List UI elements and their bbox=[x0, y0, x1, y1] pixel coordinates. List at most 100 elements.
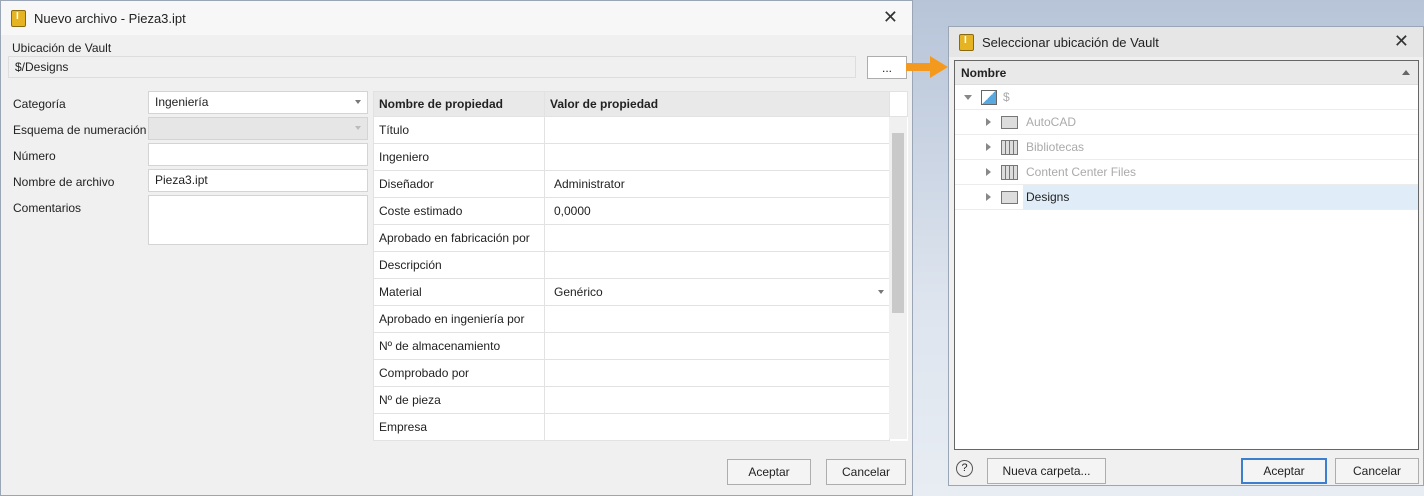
properties-scrollbar[interactable] bbox=[889, 117, 907, 439]
vault-location-dialog: Seleccionar ubicación de Vault ✕ Nombre $… bbox=[948, 26, 1424, 486]
scrollbar-thumb[interactable] bbox=[892, 133, 904, 313]
col-property-name: Nombre de propiedad bbox=[373, 91, 545, 117]
property-value[interactable] bbox=[544, 305, 890, 333]
ok-button[interactable]: Aceptar bbox=[1241, 458, 1327, 484]
tree-item-label: Designs bbox=[1026, 190, 1070, 204]
property-value[interactable] bbox=[544, 116, 890, 144]
property-row[interactable]: Nº de almacenamiento bbox=[373, 332, 908, 360]
category-select[interactable]: Ingeniería bbox=[148, 91, 368, 114]
library-icon bbox=[1001, 139, 1018, 155]
browse-button[interactable]: ... bbox=[867, 56, 907, 79]
property-row[interactable]: Título bbox=[373, 116, 908, 144]
numbering-select[interactable] bbox=[148, 117, 368, 140]
property-row[interactable]: Nº de pieza bbox=[373, 386, 908, 414]
property-row[interactable]: Descripción bbox=[373, 251, 908, 279]
property-row[interactable]: Ingeniero bbox=[373, 143, 908, 171]
sort-up-icon bbox=[1402, 70, 1410, 75]
chevron-down-icon bbox=[355, 100, 361, 104]
category-value: Ingeniería bbox=[155, 95, 209, 109]
col-property-value: Valor de propiedad bbox=[544, 91, 890, 117]
close-icon[interactable]: ✕ bbox=[883, 7, 898, 28]
property-name: Ingeniero bbox=[373, 143, 545, 171]
property-name: Empresa bbox=[373, 413, 545, 441]
properties-table: Nombre de propiedad Valor de propiedad Tí… bbox=[373, 91, 908, 441]
expand-down-icon bbox=[964, 94, 972, 100]
property-value[interactable] bbox=[544, 413, 890, 441]
property-value[interactable] bbox=[544, 386, 890, 414]
property-name: Coste estimado bbox=[373, 197, 545, 225]
tree-item-label: Bibliotecas bbox=[1026, 140, 1085, 154]
vault-location-label: Ubicación de Vault bbox=[12, 41, 112, 55]
ok-button[interactable]: Aceptar bbox=[727, 459, 811, 485]
property-name: Nº de pieza bbox=[373, 386, 545, 414]
numbering-label: Esquema de numeración bbox=[13, 123, 147, 137]
property-name: Comprobado por bbox=[373, 359, 545, 387]
chevron-down-icon bbox=[355, 126, 361, 130]
number-label: Número bbox=[13, 149, 56, 163]
tree-item-label: AutoCAD bbox=[1026, 115, 1077, 129]
orange-arrow-icon bbox=[906, 56, 948, 78]
folder-icon bbox=[1001, 190, 1018, 204]
inventor-app-icon bbox=[11, 9, 26, 27]
property-value[interactable] bbox=[544, 143, 890, 171]
folder-icon bbox=[1001, 115, 1018, 129]
help-icon[interactable]: ? bbox=[956, 460, 973, 477]
tree-root-label: $ bbox=[1003, 90, 1010, 104]
tree-item[interactable]: AutoCAD bbox=[955, 110, 1418, 135]
inventor-app-icon bbox=[959, 33, 974, 51]
property-value-text: Administrator bbox=[554, 177, 625, 191]
column-header-name[interactable]: Nombre bbox=[955, 61, 1418, 85]
title-bar: Nuevo archivo - Pieza3.ipt ✕ bbox=[1, 1, 912, 35]
property-value-text: Genérico bbox=[554, 285, 603, 299]
column-header-label: Nombre bbox=[961, 66, 1007, 80]
tree-item-label: Content Center Files bbox=[1026, 165, 1137, 179]
library-icon bbox=[1001, 164, 1018, 180]
title-bar: Seleccionar ubicación de Vault ✕ bbox=[949, 27, 1423, 57]
property-value[interactable] bbox=[544, 224, 890, 252]
dialog-title: Seleccionar ubicación de Vault bbox=[982, 34, 1159, 50]
tree-item[interactable]: Designs bbox=[955, 185, 1418, 210]
chevron-down-icon bbox=[878, 290, 884, 294]
folder-tree: Nombre $ AutoCAD Bibliotecas Content Cente… bbox=[954, 60, 1419, 450]
vault-location-field: $/Designs bbox=[8, 56, 856, 78]
close-icon[interactable]: ✕ bbox=[1394, 31, 1409, 52]
tree-root[interactable]: $ bbox=[955, 85, 1418, 110]
property-row[interactable]: Material Genérico bbox=[373, 278, 908, 306]
tree-item[interactable]: Bibliotecas bbox=[955, 135, 1418, 160]
property-row[interactable]: Coste estimado 0,0000 bbox=[373, 197, 908, 225]
expand-right-icon[interactable] bbox=[986, 168, 991, 176]
property-value[interactable]: 0,0000 bbox=[544, 197, 890, 225]
vault-root-icon bbox=[981, 89, 997, 105]
tree-item[interactable]: Content Center Files bbox=[955, 160, 1418, 185]
property-name: Material bbox=[373, 278, 545, 306]
property-name: Aprobado en ingeniería por bbox=[373, 305, 545, 333]
property-name: Aprobado en fabricación por bbox=[373, 224, 545, 252]
cancel-button[interactable]: Cancelar bbox=[1335, 458, 1419, 484]
property-value[interactable]: Administrator bbox=[544, 170, 890, 198]
property-name: Diseñador bbox=[373, 170, 545, 198]
property-value[interactable] bbox=[544, 359, 890, 387]
filename-label: Nombre de archivo bbox=[13, 175, 115, 189]
property-name: Título bbox=[373, 116, 545, 144]
expand-right-icon[interactable] bbox=[986, 193, 991, 201]
number-input[interactable] bbox=[148, 143, 368, 166]
property-value[interactable] bbox=[544, 251, 890, 279]
property-name: Descripción bbox=[373, 251, 545, 279]
property-value-text: 0,0000 bbox=[554, 204, 591, 218]
expand-right-icon[interactable] bbox=[986, 118, 991, 126]
cancel-button[interactable]: Cancelar bbox=[826, 459, 906, 485]
property-value[interactable]: Genérico bbox=[544, 278, 890, 306]
property-row[interactable]: Aprobado en fabricación por bbox=[373, 224, 908, 252]
comments-input[interactable] bbox=[148, 195, 368, 245]
expand-right-icon[interactable] bbox=[986, 143, 991, 151]
filename-input[interactable]: Pieza3.ipt bbox=[148, 169, 368, 192]
property-row[interactable]: Diseñador Administrator bbox=[373, 170, 908, 198]
new-folder-button[interactable]: Nueva carpeta... bbox=[987, 458, 1106, 484]
comments-label: Comentarios bbox=[13, 201, 82, 215]
property-value[interactable] bbox=[544, 332, 890, 360]
property-row[interactable]: Comprobado por bbox=[373, 359, 908, 387]
property-row[interactable]: Empresa bbox=[373, 413, 908, 441]
property-row[interactable]: Aprobado en ingeniería por bbox=[373, 305, 908, 333]
property-name: Nº de almacenamiento bbox=[373, 332, 545, 360]
category-label: Categoría bbox=[13, 97, 66, 111]
